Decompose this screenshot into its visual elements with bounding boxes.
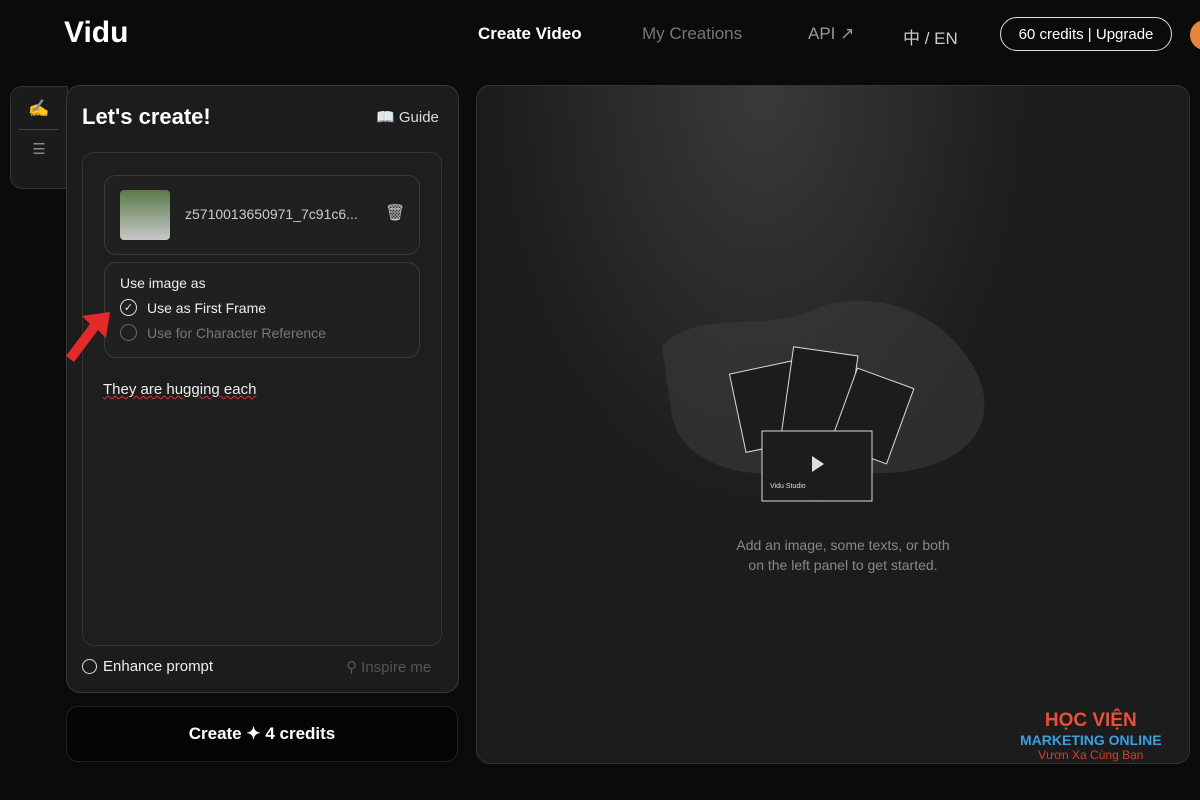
trash-icon[interactable]: 🗑: [385, 203, 405, 223]
logo[interactable]: Vidu: [64, 16, 128, 50]
enhance-label: Enhance prompt: [103, 658, 214, 675]
page-title: Let's create!: [82, 104, 211, 129]
book-icon: 📖: [376, 109, 395, 126]
sidebar: ✍ ☰: [10, 86, 68, 189]
radio-icon: [82, 659, 97, 674]
watermark-line-1: HỌC VIỆN: [1044, 710, 1137, 731]
language-switch[interactable]: 中 / EN: [903, 24, 958, 49]
avatar[interactable]: [1190, 20, 1200, 50]
wand-icon: ⚲: [346, 659, 357, 676]
image-thumbnail: [120, 190, 170, 240]
hint-line-1: Add an image, some texts, or both: [736, 537, 950, 553]
nav-create-video[interactable]: Create Video: [478, 24, 582, 44]
guide-link[interactable]: 📖 Guide: [376, 108, 439, 126]
inspire-me-button[interactable]: ⚲ Inspire me: [346, 658, 431, 676]
option-label: Use for Character Reference: [147, 324, 326, 341]
inspire-label: Inspire me: [361, 659, 432, 676]
red-arrow-annotation: [66, 312, 110, 362]
guide-label: Guide: [398, 109, 439, 126]
file-name: z5710013650971_7c91c6...: [185, 206, 358, 222]
nav-api[interactable]: API ↗: [808, 24, 854, 44]
preview-area: Vidu Studio: [476, 85, 1190, 764]
watermark-line-2: MARKETING ONLINE: [1020, 732, 1162, 748]
hint-line-2: on the left panel to get started.: [748, 557, 938, 573]
create-button[interactable]: Create ✦ 4 credits: [66, 706, 458, 762]
radio-icon: [120, 324, 137, 341]
illustration-text: Vidu Studio: [770, 483, 806, 490]
option-character-reference[interactable]: Use for Character Reference: [120, 324, 326, 341]
sliders-icon[interactable]: ☰: [11, 140, 67, 158]
use-image-label: Use image as: [120, 275, 206, 291]
prompt-input[interactable]: They are hugging each: [103, 381, 256, 398]
option-label: Use as First Frame: [147, 299, 267, 316]
pen-icon[interactable]: ✍: [11, 99, 67, 119]
nav-my-creations[interactable]: My Creations: [642, 24, 742, 44]
check-circle-icon: ✓: [120, 299, 137, 316]
credits-upgrade-button[interactable]: 60 credits | Upgrade: [1000, 17, 1172, 51]
watermark-logo: HỌC VIỆN MARKETING ONLINE Vươn Xa Cùng B…: [1020, 710, 1162, 762]
enhance-prompt-toggle[interactable]: Enhance prompt: [82, 658, 213, 675]
empty-state-illustration: Vidu Studio: [662, 300, 985, 502]
empty-state-hint: Add an image, some texts, or both on the …: [476, 535, 1200, 575]
watermark-line-3: Vươn Xa Cùng Bạn: [1038, 748, 1144, 762]
option-first-frame[interactable]: ✓ Use as First Frame: [120, 299, 266, 316]
